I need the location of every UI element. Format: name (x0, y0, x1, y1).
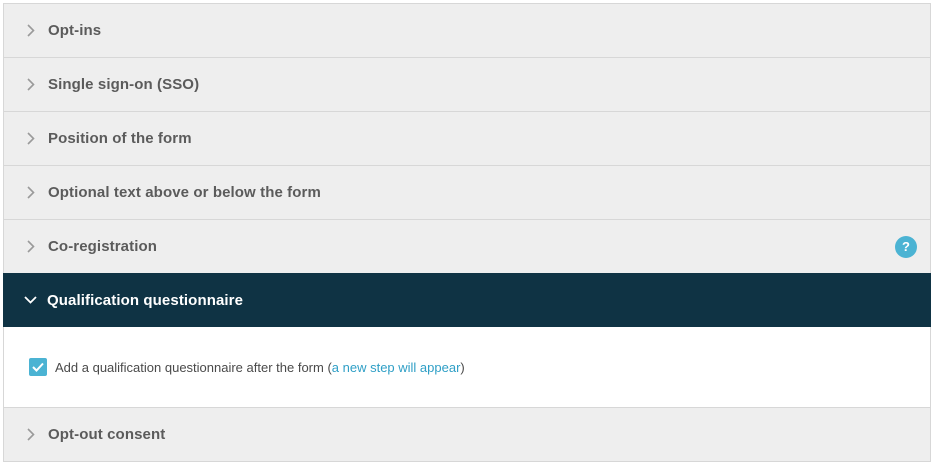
label-text-after: ) (460, 359, 465, 375)
chevron-right-icon (24, 240, 38, 254)
panel-header-sso[interactable]: Single sign-on (SSO) (4, 58, 930, 111)
panel-body: Add a qualification questionnaire after … (4, 327, 930, 407)
panel-title: Qualification questionnaire (47, 291, 244, 309)
settings-accordion: Opt-ins Single sign-on (SSO) Position of… (3, 3, 931, 462)
chevron-down-icon (23, 293, 37, 307)
chevron-right-icon (24, 78, 38, 92)
panel-co-registration: Co-registration ? (3, 220, 931, 274)
checkbox-label: Add a qualification questionnaire after … (55, 360, 465, 375)
chevron-right-icon (24, 186, 38, 200)
checkmark-icon (32, 362, 44, 372)
qualification-checkbox[interactable] (29, 358, 47, 376)
panel-title: Co-registration (48, 238, 158, 255)
panel-qualification-questionnaire: Qualification questionnaire Add a qualif… (3, 273, 931, 408)
panel-header-opt-out-consent[interactable]: Opt-out consent (4, 408, 930, 461)
panel-position-of-form: Position of the form (3, 112, 931, 166)
panel-header-opt-ins[interactable]: Opt-ins (4, 4, 930, 57)
chevron-right-icon (24, 24, 38, 38)
panel-title: Opt-ins (48, 22, 102, 39)
panel-header-position-of-form[interactable]: Position of the form (4, 112, 930, 165)
chevron-right-icon (24, 428, 38, 442)
panel-title: Position of the form (48, 130, 192, 147)
panel-optional-text: Optional text above or below the form (3, 166, 931, 220)
panel-opt-ins: Opt-ins (3, 3, 931, 58)
help-icon[interactable]: ? (895, 235, 917, 258)
new-step-link[interactable]: a new step will appear (332, 360, 461, 375)
panel-title: Single sign-on (SSO) (48, 76, 200, 93)
panel-header-qualification-questionnaire[interactable]: Qualification questionnaire (3, 273, 931, 327)
panel-title: Opt-out consent (48, 426, 166, 443)
panel-opt-out-consent: Opt-out consent (3, 408, 931, 462)
panel-header-co-registration[interactable]: Co-registration ? (4, 220, 930, 273)
panel-header-optional-text[interactable]: Optional text above or below the form (4, 166, 930, 219)
panel-title: Optional text above or below the form (48, 184, 321, 201)
label-text-before: Add a qualification questionnaire after … (55, 359, 332, 375)
panel-sso: Single sign-on (SSO) (3, 58, 931, 112)
chevron-right-icon (24, 132, 38, 146)
